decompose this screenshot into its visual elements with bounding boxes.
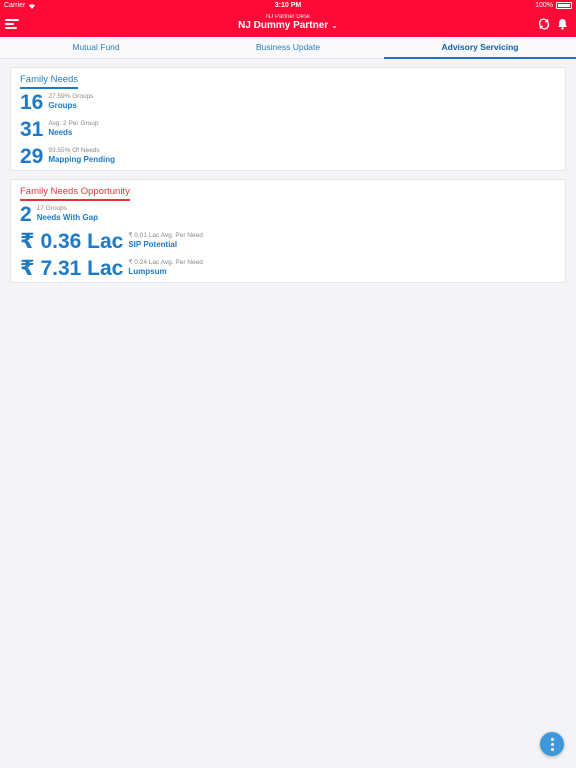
dot-icon — [550, 742, 554, 746]
partner-name: NJ Dummy Partner — [238, 20, 329, 31]
clock: 3:10 PM — [274, 2, 302, 9]
battery-status: 100% — [535, 2, 572, 9]
chevron-down-icon: ⌄ — [331, 21, 338, 30]
stat-value: 2 — [20, 203, 32, 226]
stat-sub: 27.59% Groups — [48, 93, 94, 101]
stat-label: Lumpsum — [128, 267, 167, 277]
stat-label: Needs With Gap — [36, 213, 98, 223]
stat-label: Groups — [48, 101, 77, 111]
stat-needs-with-gap: 2 17 Groups Needs With Gap — [20, 204, 98, 225]
stat-value: ₹ 7.31 Lac — [20, 257, 124, 280]
section-tabs: Mutual Fund Business Update Advisory Ser… — [0, 37, 576, 59]
more-options-button[interactable] — [540, 732, 564, 756]
stat-needs: 31 Avg. 2 Per Group Needs — [20, 119, 98, 140]
stat-sip-potential: ₹ 0.36 Lac ₹ 0.01 Lac Avg. Per Need SIP … — [20, 231, 203, 252]
tab-mutual-fund[interactable]: Mutual Fund — [0, 37, 192, 58]
battery-icon — [556, 2, 572, 9]
stat-value: ₹ 0.36 Lac — [20, 230, 124, 253]
partner-selector[interactable]: NJ Dummy Partner ⌄ — [0, 20, 576, 31]
stat-lumpsum: ₹ 7.31 Lac ₹ 0.24 Lac Avg. Per Need Lump… — [20, 258, 203, 279]
family-needs-opportunity-card[interactable]: Family Needs Opportunity 2 17 Groups Nee… — [10, 179, 566, 283]
status-bar: Carrier 3:10 PM 100% — [0, 0, 576, 12]
battery-percent: 100% — [535, 2, 553, 9]
stat-groups: 16 27.59% Groups Groups — [20, 92, 94, 113]
family-needs-card[interactable]: Family Needs 16 27.59% Groups Groups 31 … — [10, 67, 566, 171]
tab-advisory-servicing[interactable]: Advisory Servicing — [384, 37, 576, 59]
app-header: Carrier 3:10 PM 100% NJ Partner Desk NJ … — [0, 0, 576, 37]
stat-label: Needs — [48, 128, 73, 138]
stat-value: 16 — [20, 91, 44, 114]
sync-icon[interactable] — [538, 18, 550, 30]
family-needs-title: Family Needs — [20, 74, 79, 89]
stat-label: Mapping Pending — [48, 155, 116, 165]
notification-bell-icon[interactable] — [557, 18, 568, 30]
stat-sub: 93.55% Of Needs — [48, 147, 100, 155]
stat-value: 31 — [20, 118, 44, 141]
stat-sub: 17 Groups — [36, 205, 68, 213]
stat-sub: Avg. 2 Per Group — [48, 120, 99, 128]
stat-sub: ₹ 0.24 Lac Avg. Per Need — [128, 259, 203, 267]
stat-mapping-pending: 29 93.55% Of Needs Mapping Pending — [20, 146, 115, 167]
stat-sub: ₹ 0.01 Lac Avg. Per Need — [128, 232, 203, 240]
tab-business-update[interactable]: Business Update — [192, 37, 384, 58]
dot-icon — [550, 737, 554, 741]
family-needs-opportunity-title: Family Needs Opportunity — [20, 186, 130, 201]
stat-label: SIP Potential — [128, 240, 178, 250]
stat-value: 29 — [20, 145, 44, 168]
dot-icon — [550, 747, 554, 751]
